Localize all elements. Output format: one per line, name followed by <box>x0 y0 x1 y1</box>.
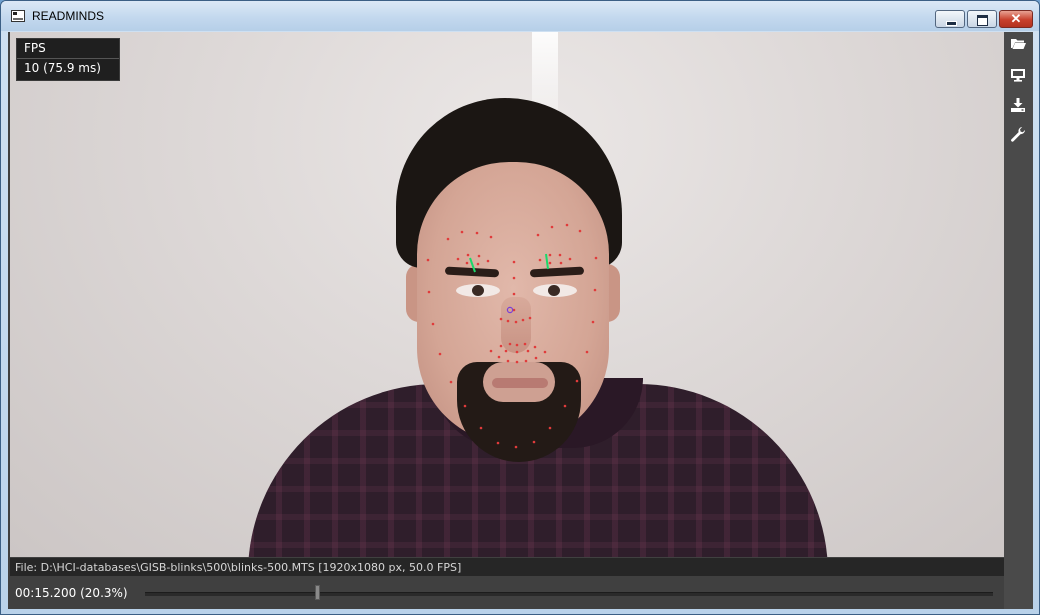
minimize-icon <box>946 21 957 26</box>
monitor-icon <box>1011 69 1025 82</box>
fps-overlay: FPS 10 (75.9 ms) <box>16 38 120 81</box>
seek-handle[interactable] <box>315 585 321 600</box>
close-icon: ✕ <box>1010 11 1022 26</box>
settings-button[interactable] <box>1008 124 1028 144</box>
gaze-vectors <box>469 253 549 273</box>
nose-tip-marker <box>506 306 514 314</box>
title-bar[interactable]: READMINDS ✕ <box>1 1 1039 31</box>
maximize-button[interactable] <box>967 10 997 28</box>
fps-divider <box>17 58 119 59</box>
display-button[interactable] <box>1008 65 1028 85</box>
minimize-button[interactable] <box>935 10 965 28</box>
client-area: FPS 10 (75.9 ms) File: D:\HCI-databases\… <box>8 32 1033 609</box>
video-view[interactable]: FPS 10 (75.9 ms) <box>10 32 1004 557</box>
side-toolbar <box>1004 32 1033 609</box>
fps-value: 10 (75.9 ms) <box>24 61 101 75</box>
folder-open-icon <box>1011 39 1026 49</box>
app-window: READMINDS ✕ FPS 10 (75.9 ms) File: D:\HC… <box>0 0 1040 615</box>
file-info-bar: File: D:\HCI-databases\GISB-blinks\500\b… <box>10 558 1004 576</box>
wrench-icon <box>1011 126 1026 142</box>
close-button[interactable]: ✕ <box>999 10 1033 28</box>
download-icon <box>1011 98 1025 112</box>
export-button[interactable] <box>1008 95 1028 115</box>
face-landmarks-overlay <box>426 223 598 449</box>
open-file-button[interactable] <box>1008 34 1028 54</box>
app-icon[interactable] <box>11 10 25 22</box>
playback-time: 00:15.200 (20.3%) <box>15 586 128 600</box>
fps-label: FPS <box>24 41 46 55</box>
window-title: READMINDS <box>32 9 105 23</box>
seek-track[interactable] <box>145 592 993 596</box>
landmark-points <box>426 223 598 449</box>
maximize-icon <box>977 15 988 26</box>
file-info-text: File: D:\HCI-databases\GISB-blinks\500\b… <box>15 561 462 574</box>
playback-controls: 00:15.200 (20.3%) <box>10 577 1004 609</box>
